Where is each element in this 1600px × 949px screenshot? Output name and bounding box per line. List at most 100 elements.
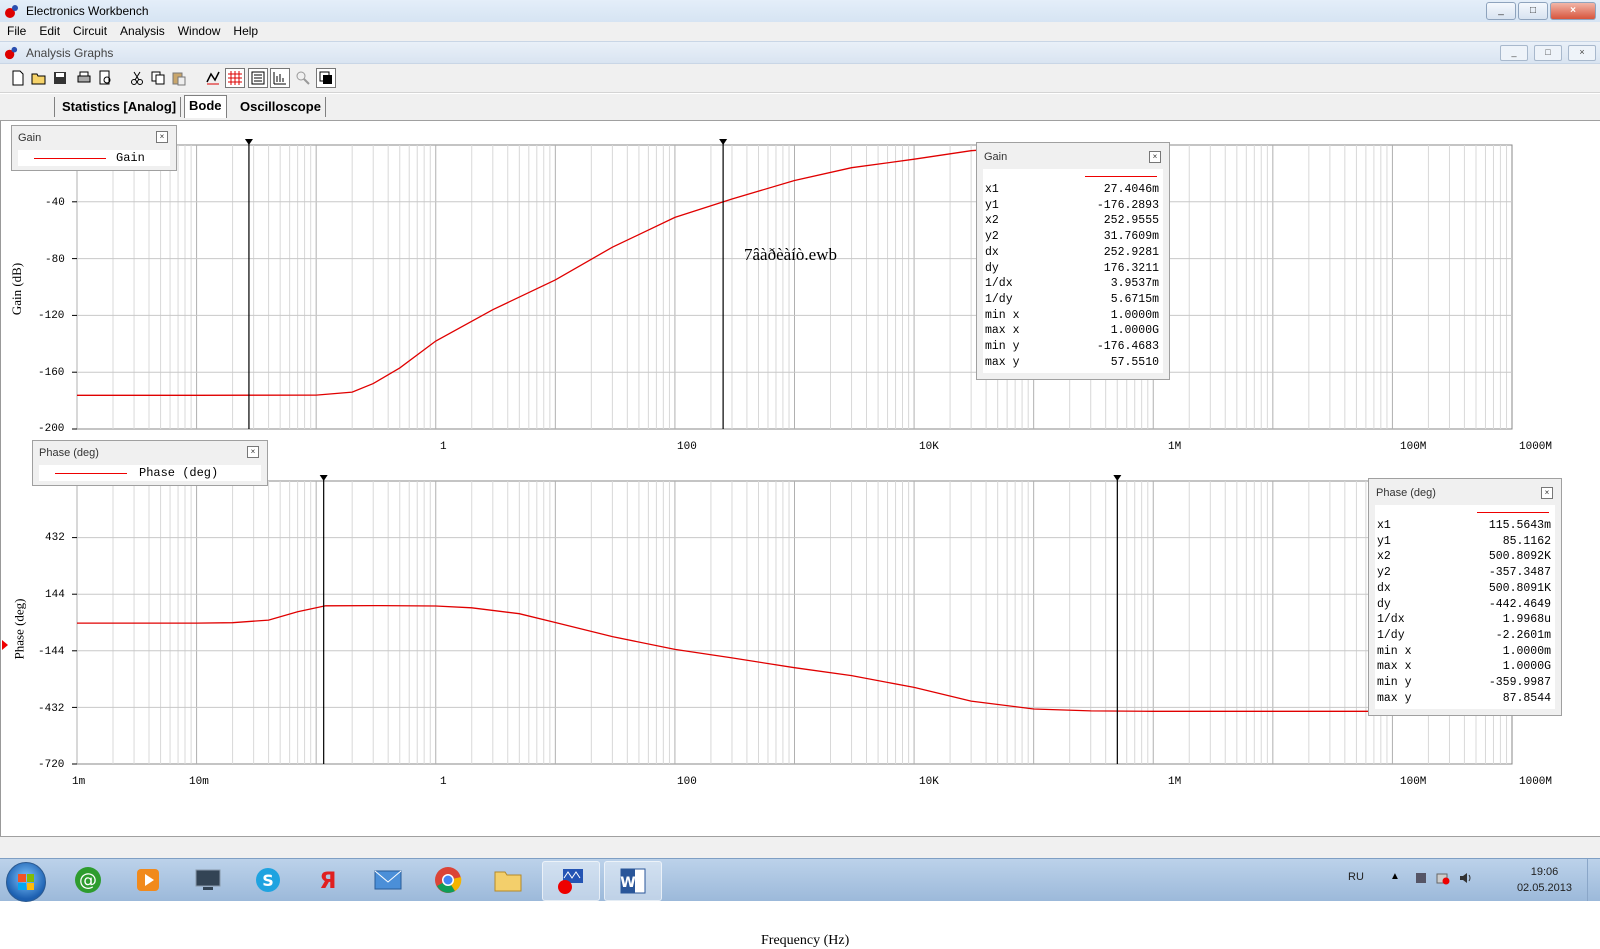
- phase-cursor-title: Phase (deg): [1376, 487, 1436, 499]
- phase-axis-marker-icon: [2, 640, 8, 650]
- phase-cursor-readout[interactable]: Phase (deg) × x1 115.5643m y1 85.1162 x2 500.…: [1368, 478, 1562, 716]
- close-button[interactable]: ×: [1550, 2, 1596, 20]
- kmplayer-icon[interactable]: [180, 861, 236, 899]
- start-orb[interactable]: [6, 862, 46, 902]
- phase-x-tick: 1m: [72, 776, 86, 788]
- phase-y-tick: -720: [38, 759, 65, 771]
- gain-x-tick: 1M: [1168, 441, 1182, 453]
- minimize-button[interactable]: _: [1486, 2, 1516, 20]
- print-icon[interactable]: [74, 68, 94, 88]
- gain-cursor-key: dy: [985, 261, 999, 275]
- gain-cursor-value: 1.0000m: [1110, 308, 1159, 322]
- network-warning-icon[interactable]: [1436, 871, 1450, 885]
- phase-cursor-key: x2: [1377, 550, 1391, 564]
- phase-legend-entry: Phase (deg): [39, 465, 261, 481]
- phase-cursor-value: 1.0000m: [1502, 644, 1551, 658]
- gain-x-tick: 100M: [1400, 441, 1427, 453]
- menu-help[interactable]: Help: [226, 22, 264, 38]
- gain-cursor-handle-icon: [244, 139, 253, 145]
- tab-statistics[interactable]: Statistics [Analog]: [58, 97, 182, 117]
- toggle-legend-icon[interactable]: [248, 68, 268, 88]
- phase-cursor-row: max y 87.8544: [1377, 692, 1551, 708]
- gain-y-tick: -80: [45, 254, 65, 266]
- analysis-tabs: Statistics [Analog] Bode Oscilloscope: [0, 94, 1600, 121]
- phase-legend[interactable]: Phase (deg) × Phase (deg): [32, 440, 268, 486]
- phase-x-tick: 1: [440, 776, 447, 788]
- menu-file[interactable]: File: [0, 22, 32, 38]
- menu-circuit[interactable]: Circuit: [66, 22, 113, 38]
- media-player-icon[interactable]: [120, 861, 176, 899]
- phase-cursor-value: 1.9968u: [1502, 613, 1551, 627]
- zoom-icon[interactable]: [293, 68, 313, 88]
- properties-icon[interactable]: [270, 68, 290, 88]
- system-tray: RU ▲ 19:06 02.05.2013: [1320, 859, 1600, 901]
- gain-legend-title: Gain: [18, 132, 42, 144]
- gain-legend-label: Gain: [116, 151, 145, 165]
- volume-icon[interactable]: [1458, 871, 1472, 885]
- phase-cursor-value: -357.3487: [1488, 566, 1551, 580]
- gain-cursor-row: 1/dy 5.6715m: [985, 293, 1159, 309]
- legend-close-icon[interactable]: ×: [156, 131, 168, 143]
- phase-cursor-key: min y: [1377, 676, 1412, 689]
- chrome-icon[interactable]: [420, 861, 476, 899]
- maximize-button[interactable]: □: [1518, 2, 1548, 20]
- app-title: Electronics Workbench: [26, 4, 149, 18]
- child-close-button[interactable]: ×: [1568, 45, 1596, 61]
- phase-cursor-key: min x: [1377, 644, 1412, 658]
- svg-text:S: S: [262, 871, 274, 890]
- save-icon[interactable]: [50, 68, 70, 88]
- paste-icon[interactable]: [169, 68, 189, 88]
- gain-cursor-key: 1/dy: [985, 292, 1013, 306]
- menu-bar: File Edit Circuit Analysis Window Help: [0, 22, 1600, 41]
- readout-close-icon[interactable]: ×: [1541, 487, 1553, 499]
- copy-icon[interactable]: [148, 68, 168, 88]
- gain-cursor-readout[interactable]: Gain × x1 27.4046m y1 -176.2893 x2 252.9555 y2…: [976, 142, 1170, 380]
- language-indicator[interactable]: RU: [1348, 871, 1364, 883]
- show-desktop-button[interactable]: [1587, 859, 1600, 901]
- explorer-icon[interactable]: [480, 861, 536, 899]
- gain-cursor-row: max x 1.0000G: [985, 324, 1159, 340]
- tray-device-icon[interactable]: [1414, 871, 1428, 885]
- readout-close-icon[interactable]: ×: [1149, 151, 1161, 163]
- child-maximize-button[interactable]: □: [1534, 45, 1562, 61]
- tab-oscilloscope[interactable]: Oscilloscope: [236, 97, 326, 117]
- yandex-icon[interactable]: Я: [300, 861, 356, 899]
- legend-close-icon[interactable]: ×: [247, 446, 259, 458]
- app-titlebar: Electronics Workbench _ □ ×: [0, 0, 1600, 23]
- status-bar: [0, 836, 1600, 859]
- menu-window[interactable]: Window: [171, 22, 227, 38]
- agent-icon[interactable]: @: [60, 861, 116, 899]
- tray-clock[interactable]: 19:06 02.05.2013: [1517, 864, 1572, 896]
- word-icon[interactable]: W: [604, 861, 662, 901]
- toggle-cursors-icon[interactable]: [203, 68, 223, 88]
- menu-analysis[interactable]: Analysis: [113, 22, 171, 38]
- gain-legend[interactable]: Gain × Gain: [11, 125, 177, 171]
- tab-bode[interactable]: Bode: [184, 95, 227, 118]
- taskbar: @ S Я W RU ▲ 19:06 02.05.2013: [0, 858, 1600, 902]
- new-icon[interactable]: [8, 68, 28, 88]
- bode-plot-area[interactable]: 7âàðèàíò.ewb -40 -80 -120 -160 -200 Gain…: [0, 121, 1600, 948]
- phase-cursor-value: -2.2601m: [1495, 628, 1551, 642]
- phase-x-tick: 100M: [1400, 776, 1427, 788]
- mail-icon[interactable]: [360, 861, 416, 899]
- workbench-icon[interactable]: [542, 861, 600, 901]
- phase-legend-label: Phase (deg): [139, 466, 219, 480]
- toggle-grid-icon[interactable]: [225, 68, 245, 88]
- child-minimize-button[interactable]: _: [1500, 45, 1528, 61]
- phase-cursor-row: y2 -357.3487: [1377, 566, 1551, 582]
- gain-cursor-key: max y: [985, 355, 1020, 369]
- gain-y-tick: -160: [38, 367, 65, 379]
- skype-icon[interactable]: S: [240, 861, 296, 899]
- tray-expand-icon[interactable]: ▲: [1390, 871, 1400, 882]
- analysis-graphs-titlebar: Analysis Graphs _ □ ×: [0, 41, 1600, 64]
- open-icon[interactable]: [29, 68, 49, 88]
- reverse-colors-icon[interactable]: [316, 68, 336, 88]
- analysis-graphs-title: Analysis Graphs: [26, 46, 114, 60]
- svg-text:Я: Я: [320, 869, 337, 894]
- gain-cursor-key: x1: [985, 183, 999, 196]
- menu-edit[interactable]: Edit: [32, 22, 66, 38]
- cut-icon[interactable]: [127, 68, 147, 88]
- phase-cursor-value: 500.8091K: [1488, 581, 1551, 595]
- print-preview-icon[interactable]: [95, 68, 115, 88]
- phase-cursor-value: -442.4649: [1488, 597, 1551, 611]
